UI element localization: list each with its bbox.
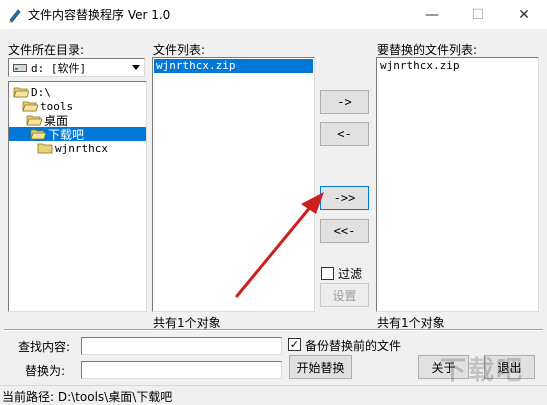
open-folder-icon — [22, 101, 38, 112]
tree-item-root[interactable]: D:\ — [13, 85, 51, 99]
status-bar: 当前路径: D:\tools\桌面\下载吧 — [0, 385, 547, 404]
replace-input[interactable] — [81, 361, 282, 379]
drive-icon — [13, 63, 27, 72]
open-folder-icon — [26, 115, 42, 126]
tree-item-label: 下载吧 — [48, 127, 85, 142]
file-list-label: 文件列表: — [153, 43, 206, 57]
file-list[interactable]: wjnrthcx.zip — [152, 57, 315, 312]
file-list-item[interactable]: wjnrthcx.zip — [154, 59, 313, 73]
replace-list[interactable]: wjnrthcx.zip — [376, 57, 539, 312]
find-label: 查找内容: — [18, 340, 71, 354]
maximize-button[interactable]: ☐ — [455, 0, 501, 29]
add-all-button[interactable]: ->> — [320, 186, 369, 210]
replace-list-label: 要替换的文件列表: — [377, 43, 478, 57]
remove-all-button[interactable]: <<- — [320, 219, 369, 243]
folder-icon — [37, 143, 53, 154]
filter-checkbox[interactable] — [321, 267, 334, 280]
title-bar: 文件内容替换程序 Ver 1.0 — ☐ ✕ — [0, 0, 547, 29]
exit-button[interactable]: 退出 — [484, 355, 535, 379]
minimize-icon: — — [425, 6, 439, 23]
open-folder-icon — [30, 129, 46, 140]
about-button[interactable]: 关于 — [418, 355, 469, 379]
close-button[interactable]: ✕ — [501, 0, 547, 29]
tree-item-label: D:\ — [31, 85, 51, 99]
backup-label: 备份替换前的文件 — [305, 339, 402, 353]
replace-label: 替换为: — [25, 364, 66, 378]
minimize-button[interactable]: — — [409, 0, 455, 29]
open-folder-icon — [13, 87, 29, 98]
tree-item-wjnrthcx[interactable]: wjnrthcx — [37, 141, 108, 155]
tree-item-downloads[interactable]: 下载吧 — [9, 127, 146, 142]
maximize-icon: ☐ — [471, 6, 485, 23]
start-replace-button[interactable]: 开始替换 — [289, 355, 352, 379]
drive-select[interactable]: d: [软件] — [8, 58, 145, 77]
backup-checkbox[interactable]: ✓ — [288, 338, 301, 351]
replace-list-item[interactable]: wjnrthcx.zip — [378, 59, 459, 73]
dropdown-button[interactable] — [127, 59, 144, 76]
pen-icon — [9, 9, 21, 23]
checkmark-icon: ✓ — [289, 338, 300, 351]
filter-label: 过滤 — [338, 267, 363, 281]
drive-value: d: [软件] — [31, 61, 87, 75]
filter-settings-button[interactable]: 设置 — [320, 283, 369, 307]
tree-item-label: wjnrthcx — [55, 141, 108, 155]
add-button[interactable]: -> — [320, 90, 369, 114]
directory-tree[interactable]: D:\ tools 桌面 下载吧 wjnrthcx — [8, 81, 147, 312]
close-icon: ✕ — [518, 6, 530, 23]
remove-button[interactable]: <- — [320, 122, 369, 146]
chevron-down-icon — [131, 65, 140, 70]
find-input[interactable] — [81, 337, 282, 355]
separator — [4, 329, 543, 331]
window-title: 文件内容替换程序 Ver 1.0 — [28, 8, 171, 22]
directory-label: 文件所在目录: — [8, 43, 85, 57]
current-path: 当前路径: D:\tools\桌面\下载吧 — [2, 390, 173, 404]
